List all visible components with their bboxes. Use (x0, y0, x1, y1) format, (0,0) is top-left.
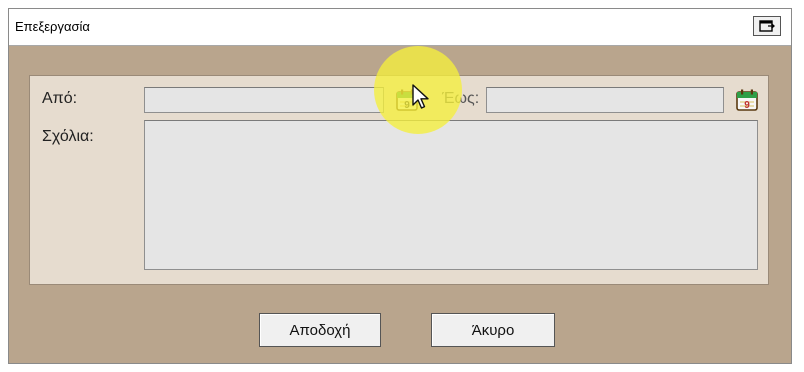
from-date-input[interactable] (144, 87, 384, 113)
accept-button[interactable]: Αποδοχή (259, 313, 381, 347)
comments-textarea[interactable] (144, 120, 758, 270)
to-calendar-button[interactable]: 9 (734, 87, 760, 113)
window-title: Επεξεργασία (15, 19, 90, 34)
title-bar: Επεξεργασία (9, 9, 791, 46)
cancel-button[interactable]: Άκυρο (431, 313, 555, 347)
comments-label: Σχόλια: (42, 128, 94, 145)
calendar-icon: 9 (736, 89, 758, 111)
to-date-input[interactable] (486, 87, 724, 113)
restore-button[interactable] (753, 16, 781, 36)
from-label: Από: (42, 90, 78, 107)
mouse-pointer-icon (412, 84, 429, 109)
calendar-day-label: 9 (744, 100, 750, 111)
window-restore-icon (759, 20, 775, 32)
